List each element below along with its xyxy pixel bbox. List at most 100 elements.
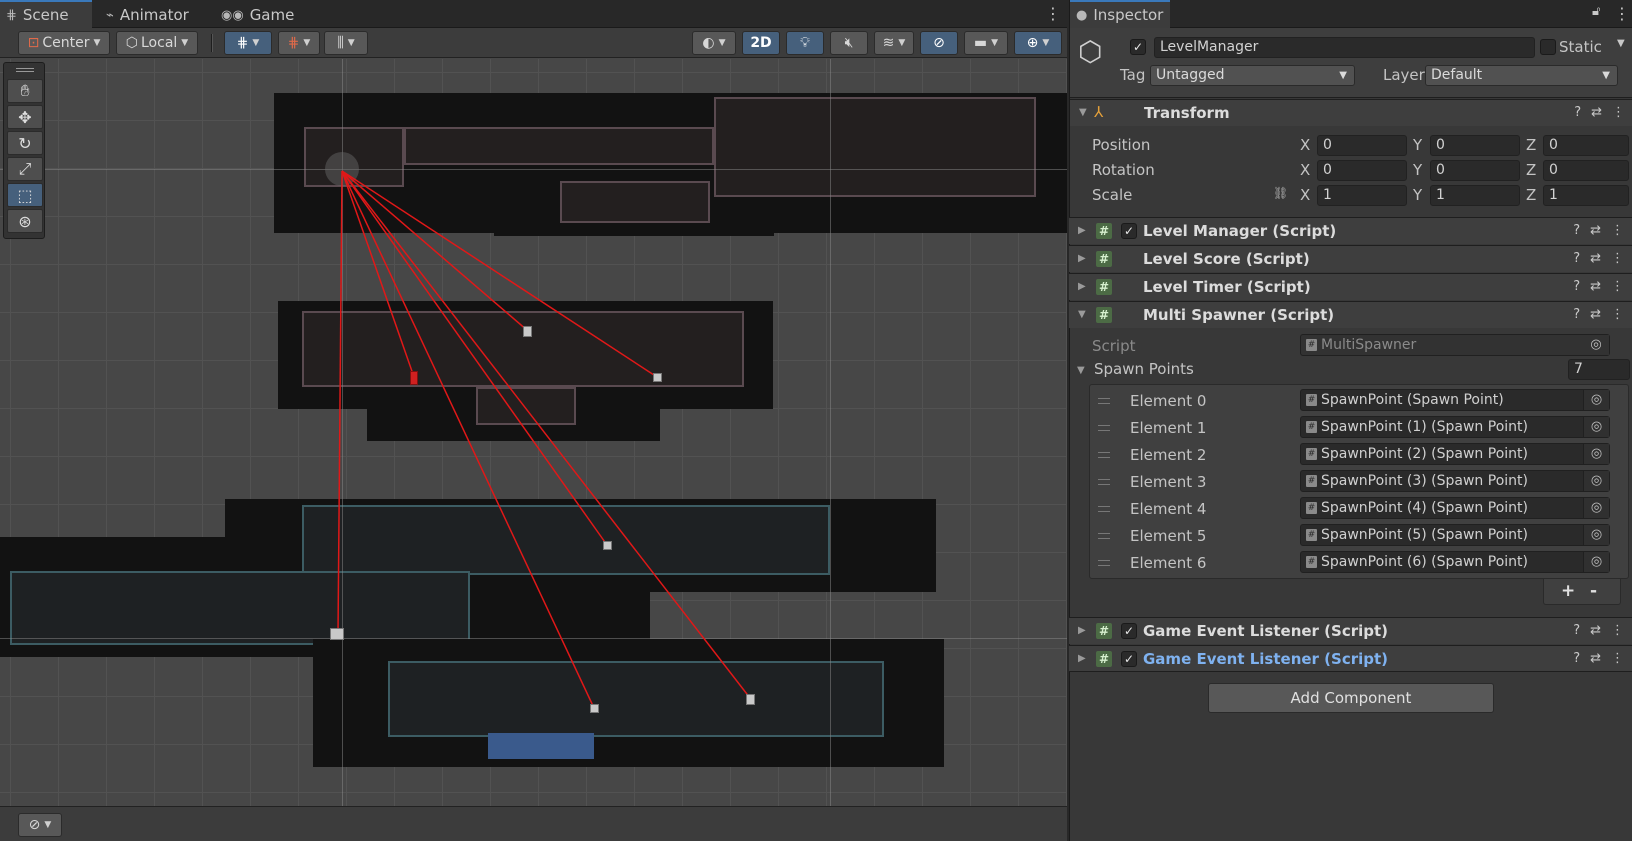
drag-handle-icon[interactable] [1098, 452, 1110, 458]
scale-y-field[interactable]: 1 [1430, 185, 1520, 206]
toggle-2d-button[interactable]: 2D [742, 31, 780, 55]
drag-handle-icon[interactable] [1098, 425, 1110, 431]
pivot-mode-dropdown[interactable]: ⊡ Center ▼ [18, 31, 110, 55]
remove-element-button[interactable]: - [1590, 581, 1597, 601]
tab-game[interactable]: ◉◉ Game [215, 2, 304, 28]
static-checkbox[interactable] [1540, 39, 1556, 55]
gizmos-dropdown[interactable]: ⊕ ▼ [1014, 31, 1062, 55]
scale-x-field[interactable]: 1 [1317, 185, 1407, 206]
scene-visibility-button[interactable]: ⊘ [920, 31, 958, 55]
game-event-listener-header-1[interactable]: ▶ # ✓ Game Event Listener (Script) ? ⇄ ⋮ [1069, 617, 1632, 644]
hand-tool-button[interactable]: ✋︎ [7, 79, 43, 103]
grid-snapping-button[interactable]: ⋕ ▼ [224, 31, 272, 55]
component-menu-icon[interactable]: ⋮ [1611, 279, 1624, 294]
chevron-down-icon[interactable]: ▼ [1617, 38, 1625, 49]
component-menu-icon[interactable]: ⋮ [1611, 623, 1624, 638]
level-score-component-header[interactable]: ▶ # Level Score (Script) ? ⇄ ⋮ [1069, 245, 1632, 272]
constrain-proportions-icon[interactable]: ⛓ [1273, 186, 1288, 200]
spawn-point-field[interactable]: # SpawnPoint (6) (Spawn Point) ◎ [1300, 551, 1610, 573]
object-picker-icon[interactable]: ◎ [1583, 498, 1609, 518]
rect-tool-button[interactable]: ⬚ [7, 183, 43, 207]
help-icon[interactable]: ? [1573, 651, 1580, 666]
help-icon[interactable]: ? [1573, 251, 1580, 266]
multi-spawner-component-header[interactable]: ▼ # Multi Spawner (Script) ? ⇄ ⋮ [1069, 301, 1632, 328]
help-icon[interactable]: ? [1573, 623, 1580, 638]
component-menu-icon[interactable]: ⋮ [1611, 651, 1624, 666]
drag-handle-icon[interactable] [1098, 560, 1110, 566]
object-picker-icon[interactable]: ◎ [1583, 444, 1609, 464]
rotation-y-field[interactable]: 0 [1430, 160, 1520, 181]
palette-drag-handle[interactable] [16, 68, 34, 72]
pivot-rotation-dropdown[interactable]: ⬡ Local ▼ [116, 31, 198, 55]
presets-icon[interactable]: ⇄ [1590, 623, 1601, 638]
component-enabled-checkbox[interactable]: ✓ [1121, 651, 1137, 667]
spawn-point-2[interactable] [523, 326, 532, 337]
tab-animator[interactable]: ⌁ Animator [100, 2, 199, 28]
spawn-points-size-field[interactable]: 7 [1568, 359, 1630, 380]
tag-dropdown[interactable]: Untagged ▼ [1150, 65, 1355, 86]
transform-tool-button[interactable]: ⊛ [7, 209, 43, 233]
lighting-toggle-button[interactable]: 💡︎ [786, 31, 824, 55]
spawn-point-field[interactable]: # SpawnPoint (Spawn Point) ◎ [1300, 389, 1610, 411]
help-icon[interactable]: ? [1573, 223, 1580, 238]
component-enabled-checkbox[interactable]: ✓ [1121, 623, 1137, 639]
presets-icon[interactable]: ⇄ [1590, 307, 1601, 322]
audio-toggle-button[interactable]: 🔇︎ [830, 31, 868, 55]
spawn-point-3[interactable] [653, 373, 662, 382]
spawn-point-0[interactable] [330, 628, 344, 640]
spawn-point-5[interactable] [590, 704, 599, 713]
scale-z-field[interactable]: 1 [1543, 185, 1629, 206]
drag-handle-icon[interactable] [1098, 398, 1110, 404]
increment-snap-button[interactable]: ⋕ ▼ [278, 31, 320, 55]
component-menu-icon[interactable]: ⋮ [1611, 307, 1624, 322]
game-event-listener-header-2[interactable]: ▶ # ✓ Game Event Listener (Script) ? ⇄ ⋮ [1069, 645, 1632, 672]
camera-dropdown[interactable]: ▬ ▼ [964, 31, 1008, 55]
spawn-point-6[interactable] [746, 694, 755, 705]
transform-header[interactable]: ▼ ⅄ Transform ? ⇄ ⋮ [1070, 99, 1632, 126]
rotation-z-field[interactable]: 0 [1543, 160, 1629, 181]
component-enabled-checkbox[interactable]: ✓ [1121, 223, 1137, 239]
grid-visibility-button[interactable]: ⫼ ▼ [324, 31, 368, 55]
object-picker-icon[interactable]: ◎ [1583, 471, 1609, 491]
component-menu-icon[interactable]: ⋮ [1611, 251, 1624, 266]
effects-dropdown[interactable]: ≋ ▼ [874, 31, 914, 55]
object-picker-icon[interactable]: ◎ [1583, 525, 1609, 545]
add-element-button[interactable]: + [1561, 581, 1575, 601]
rotation-x-field[interactable]: 0 [1317, 160, 1407, 181]
rotate-tool-button[interactable]: ↻ [7, 131, 43, 155]
presets-icon[interactable]: ⇄ [1590, 651, 1601, 666]
inspector-more-menu-icon[interactable]: ⋮ [1614, 6, 1630, 22]
orientation-dropdown[interactable]: ⊘ ▼ [18, 813, 62, 837]
level-manager-component-header[interactable]: ▶ # ✓ Level Manager (Script) ? ⇄ ⋮ [1069, 217, 1632, 244]
spawn-points-label[interactable]: Spawn Points [1094, 360, 1194, 378]
active-checkbox[interactable]: ✓ [1130, 39, 1146, 55]
expand-arrow-icon[interactable]: ▼ [1077, 365, 1085, 376]
scene-more-menu-icon[interactable]: ⋮ [1045, 6, 1061, 22]
component-menu-icon[interactable]: ⋮ [1611, 223, 1624, 238]
spawn-point-4[interactable] [603, 541, 612, 550]
spawn-point-1[interactable] [410, 371, 418, 385]
spawn-point-field[interactable]: # SpawnPoint (4) (Spawn Point) ◎ [1300, 497, 1610, 519]
scene-viewport[interactable]: ✋︎ ✥ ↻ ⤢ ⬚ ⊛ [0, 59, 1067, 806]
presets-icon[interactable]: ⇄ [1590, 223, 1601, 238]
move-tool-button[interactable]: ✥ [7, 105, 43, 129]
presets-icon[interactable]: ⇄ [1590, 251, 1601, 266]
spawn-point-field[interactable]: # SpawnPoint (2) (Spawn Point) ◎ [1300, 443, 1610, 465]
add-component-button[interactable]: Add Component [1208, 683, 1494, 713]
help-icon[interactable]: ? [1574, 105, 1581, 120]
scale-tool-button[interactable]: ⤢ [7, 157, 43, 181]
object-picker-icon[interactable]: ◎ [1583, 390, 1609, 410]
level-timer-component-header[interactable]: ▶ # Level Timer (Script) ? ⇄ ⋮ [1069, 273, 1632, 300]
presets-icon[interactable]: ⇄ [1591, 105, 1602, 120]
position-x-field[interactable]: 0 [1317, 135, 1407, 156]
object-name-field[interactable]: LevelManager [1154, 37, 1535, 58]
component-menu-icon[interactable]: ⋮ [1612, 105, 1625, 120]
spawn-point-field[interactable]: # SpawnPoint (5) (Spawn Point) ◎ [1300, 524, 1610, 546]
presets-icon[interactable]: ⇄ [1590, 279, 1601, 294]
lock-icon[interactable]: 🔓︎ [1592, 4, 1600, 19]
drag-handle-icon[interactable] [1098, 533, 1110, 539]
spawn-point-field[interactable]: # SpawnPoint (1) (Spawn Point) ◎ [1300, 416, 1610, 438]
help-icon[interactable]: ? [1573, 307, 1580, 322]
tab-inspector[interactable]: ● Inspector [1070, 0, 1170, 28]
tab-scene[interactable]: ⋕ Scene [0, 0, 92, 28]
